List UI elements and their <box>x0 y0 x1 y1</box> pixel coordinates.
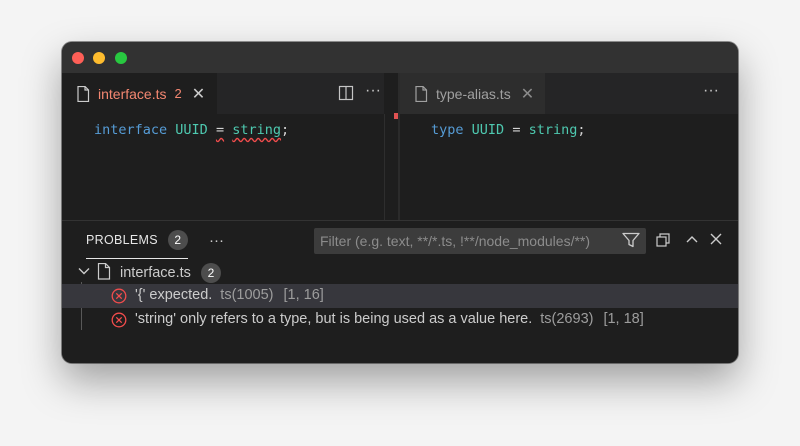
close-panel-icon[interactable] <box>710 233 722 245</box>
problems-filter-input[interactable]: Filter (e.g. text, **/*.ts, !**/node_mod… <box>314 228 646 254</box>
problem-source: ts(2693) <box>540 311 594 327</box>
panel-more-icon[interactable]: ··· <box>209 232 224 249</box>
code-value: string <box>232 122 282 138</box>
error-icon <box>111 312 127 328</box>
code-semicolon: ; <box>577 122 586 138</box>
code-value: string <box>528 122 578 138</box>
code-operator: = <box>512 122 521 138</box>
problem-item[interactable]: '{' expected. ts(1005) [1, 16] <box>62 284 738 308</box>
collapse-all-icon[interactable] <box>656 233 671 248</box>
left-tab-strip: interface.ts 2 ✕ ··· <box>62 73 384 114</box>
close-tab-icon[interactable]: ✕ <box>192 84 205 104</box>
close-tab-icon[interactable]: ✕ <box>521 84 534 104</box>
file-icon <box>415 85 428 102</box>
code-keyword: type <box>431 122 464 138</box>
problem-item[interactable]: 'string' only refers to a type, but is b… <box>62 308 738 332</box>
code-type-name: UUID <box>471 122 505 138</box>
code-line: interface UUID = string; <box>94 122 289 138</box>
code-keyword: interface <box>94 122 168 138</box>
filter-placeholder: Filter (e.g. text, **/*.ts, !**/node_mod… <box>320 233 591 249</box>
right-editor[interactable]: type UUID = string; <box>400 114 738 220</box>
maximize-window-button[interactable] <box>115 52 127 64</box>
problems-panel: PROBLEMS 2 ··· Filter (e.g. text, **/*.t… <box>62 220 738 363</box>
code-semicolon: ; <box>281 122 290 138</box>
close-window-button[interactable] <box>72 52 84 64</box>
file-group-label-wrap: interface.ts 2 <box>120 263 221 283</box>
panel-tab-label: PROBLEMS <box>86 232 158 247</box>
tab-label: interface.ts <box>98 85 167 102</box>
left-editor[interactable]: interface UUID = string; <box>62 114 384 220</box>
editor-scrollbar[interactable] <box>384 114 398 220</box>
chevron-up-icon[interactable] <box>685 234 699 244</box>
tab-type-alias-ts[interactable]: type-alias.ts ✕ <box>400 73 545 114</box>
tab-interface-ts[interactable]: interface.ts 2 ✕ <box>62 73 217 114</box>
tab-error-count: 2 <box>174 86 182 101</box>
editor-window: interface.ts 2 ✕ ··· type-alias.ts ✕ ···… <box>62 42 738 363</box>
tab-problems[interactable]: PROBLEMS 2 <box>86 221 188 259</box>
minimize-window-button[interactable] <box>93 52 105 64</box>
code-line: type UUID = string; <box>431 122 586 138</box>
problem-position: [1, 16] <box>283 287 324 303</box>
problem-text: 'string' only refers to a type, but is b… <box>135 311 644 327</box>
problems-file-group[interactable]: interface.ts 2 <box>62 260 738 284</box>
split-editor-icon[interactable] <box>338 85 354 101</box>
title-bar <box>62 42 738 73</box>
problem-text: '{' expected. ts(1005) [1, 16] <box>135 287 324 303</box>
code-operator: = <box>215 122 225 138</box>
tab-label: type-alias.ts <box>436 85 511 102</box>
file-group-name: interface.ts <box>120 265 191 281</box>
more-actions-icon[interactable]: ··· <box>365 83 381 99</box>
file-icon <box>97 263 111 280</box>
chevron-down-icon[interactable] <box>77 264 91 278</box>
problems-count-badge: 2 <box>167 229 188 250</box>
right-tab-strip: type-alias.ts ✕ ··· <box>400 73 738 114</box>
problem-position: [1, 18] <box>603 311 644 327</box>
problem-message: 'string' only refers to a type, but is b… <box>135 311 533 327</box>
more-actions-icon[interactable]: ··· <box>703 83 719 99</box>
error-icon <box>111 288 127 304</box>
filter-icon[interactable] <box>622 232 640 248</box>
code-type-name: UUID <box>175 122 208 138</box>
problem-message: '{' expected. <box>135 287 213 303</box>
file-icon <box>77 85 90 102</box>
file-group-count: 2 <box>200 263 221 283</box>
problem-source: ts(1005) <box>220 287 274 303</box>
